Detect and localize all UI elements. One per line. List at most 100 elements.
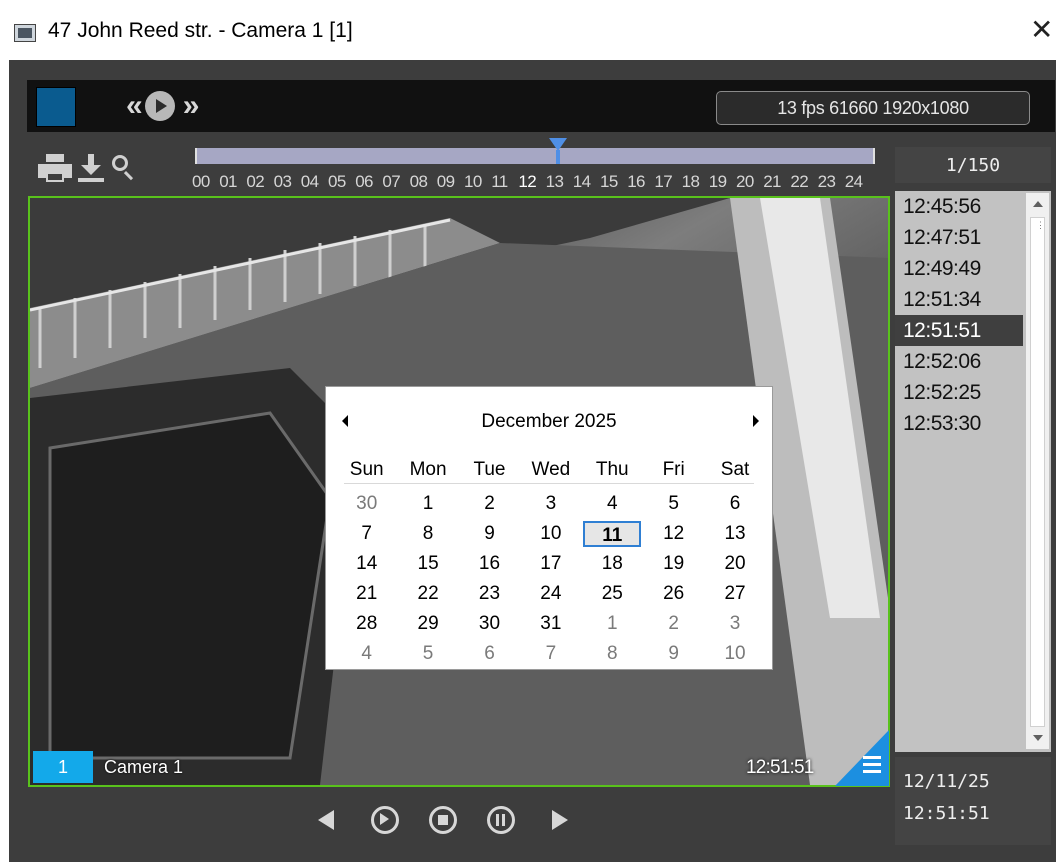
close-icon[interactable]: ✕ [1030,16,1053,44]
weekday-fri: Fri [662,459,685,480]
fast-forward-icon[interactable]: » [183,91,200,121]
calendar-day[interactable]: 27 [704,583,765,605]
calendar-day[interactable]: 12 [643,523,704,545]
camera-index-badge[interactable]: 1 [33,751,93,783]
timeline-hour-10: 10 [464,172,482,191]
scroll-down-icon[interactable] [1026,727,1049,749]
time-list-item[interactable]: 12:47:51 [895,222,1023,253]
calendar-day[interactable]: 4 [582,493,643,515]
time-list-item-selected[interactable]: 12:51:51 [895,315,1023,346]
time-list-item[interactable]: 12:52:06 [895,346,1023,377]
calendar-day[interactable]: 24 [520,583,581,605]
calendar-day[interactable]: 17 [520,553,581,575]
calendar-grid: Sun Mon Tue Wed Thu Fri Sat 30 1 2 3 4 5 6 7 8 9 10 11 12 1… [336,455,766,669]
calendar-day-outside[interactable]: 1 [582,613,643,635]
calendar-days: 30 1 2 3 4 5 6 7 8 9 10 11 12 13 14 15 16 17 18 19 20 21 22 23 2… [336,489,766,669]
download-icon[interactable] [76,152,106,184]
stop-icon[interactable] [426,803,460,837]
calendar-week-row: 4 5 6 7 8 9 10 [336,639,766,669]
calendar-day-outside[interactable]: 2 [643,613,704,635]
weekday-tue: Tue [473,459,506,480]
weekday-thu: Thu [595,459,629,480]
calendar-week-row: 21 22 23 24 25 26 27 [336,579,766,609]
calendar-day-outside[interactable]: 5 [397,643,458,665]
calendar-day-selected[interactable]: 11 [582,521,643,547]
calendar-day[interactable]: 22 [397,583,458,605]
calendar-day[interactable]: 18 [582,553,643,575]
calendar-day[interactable]: 13 [704,523,765,545]
calendar-day-outside[interactable]: 30 [336,493,397,515]
rewind-icon[interactable]: « [126,91,143,121]
tool-icons [38,148,138,188]
calendar-day[interactable]: 3 [520,493,581,515]
calendar-day-outside[interactable]: 8 [582,643,643,665]
step-forward-icon[interactable] [542,803,576,837]
time-list-scrollbar[interactable]: ⋮ [1026,193,1049,749]
calendar-day[interactable]: 28 [336,613,397,635]
camera-name-label: Camera 1 [104,757,184,777]
timeline-hour-17: 17 [654,172,673,191]
calendar-day[interactable]: 23 [459,583,520,605]
time-list-item[interactable]: 12:51:34 [895,284,1023,315]
calendar-day[interactable]: 8 [397,523,458,545]
calendar-day[interactable]: 25 [582,583,643,605]
frame-counter: 1/150 [895,147,1051,183]
calendar-day-outside[interactable]: 3 [704,613,765,635]
calendar-popup[interactable]: December 2025 Sun Mon Tue Wed Thu Fri Sat 30 1 2… [325,386,773,670]
timeline-hour-04: 04 [300,172,319,191]
scroll-thumb[interactable]: ⋮ [1030,217,1045,727]
menu-icon[interactable] [835,730,889,786]
calendar-day[interactable]: 5 [643,493,704,515]
calendar-day[interactable]: 16 [459,553,520,575]
calendar-day[interactable]: 21 [336,583,397,605]
timeline-bar[interactable] [195,148,875,164]
time-list-item[interactable]: 12:53:30 [895,408,1023,439]
time-list-item[interactable]: 12:49:49 [895,253,1023,284]
calendar-day[interactable]: 19 [643,553,704,575]
timeline-hour-11: 11 [491,172,508,191]
play-icon[interactable] [144,91,175,121]
weekday-sun: Sun [349,459,384,480]
time-list-item[interactable]: 12:45:56 [895,191,1023,222]
play-icon[interactable] [368,803,402,837]
printer-icon[interactable] [38,154,72,182]
fps-resolution-info: 13 fps 61660 1920x1080 [716,91,1030,125]
timeline-hour-12: 12 [518,172,537,191]
calendar-day[interactable]: 14 [336,553,397,575]
calendar-day[interactable]: 15 [397,553,458,575]
calendar-day-outside[interactable]: 6 [459,643,520,665]
next-month-icon[interactable] [753,415,759,427]
calendar-day[interactable]: 10 [520,523,581,545]
timeline-hour-00: 00 [192,172,210,191]
pause-icon[interactable] [484,803,518,837]
calendar-day[interactable]: 7 [336,523,397,545]
video-timestamp: 12:51:51 [746,757,814,778]
timeline-hour-08: 08 [409,172,428,191]
calendar-day-outside[interactable]: 9 [643,643,704,665]
calendar-day[interactable]: 1 [397,493,458,515]
time-list-item[interactable]: 12:52:25 [895,377,1023,408]
time-list-items: 12:45:56 12:47:51 12:49:49 12:51:34 12:51:51… [895,191,1023,439]
step-back-icon[interactable] [310,803,344,837]
timeline-hour-13: 13 [545,172,564,191]
magnifier-icon[interactable] [110,153,138,183]
scroll-up-icon[interactable] [1026,193,1049,215]
timeline-position-line [556,150,560,164]
calendar-day[interactable]: 9 [459,523,520,545]
timeline-hour-18: 18 [681,172,700,191]
calendar-day[interactable]: 31 [520,613,581,635]
calendar-day[interactable]: 26 [643,583,704,605]
calendar-day[interactable]: 29 [397,613,458,635]
calendar-day-outside[interactable]: 7 [520,643,581,665]
stop-square-icon[interactable] [36,87,76,127]
timeline-hour-22: 22 [790,172,809,191]
calendar-day-outside[interactable]: 4 [336,643,397,665]
timeline-hour-03: 03 [273,172,292,191]
calendar-month-label: December 2025 [481,411,617,432]
calendar-day[interactable]: 6 [704,493,765,515]
calendar-day[interactable]: 30 [459,613,520,635]
calendar-day[interactable]: 2 [459,493,520,515]
calendar-day-outside[interactable]: 10 [704,643,765,665]
calendar-day[interactable]: 20 [704,553,765,575]
weekday-sat: Sat [720,459,750,480]
